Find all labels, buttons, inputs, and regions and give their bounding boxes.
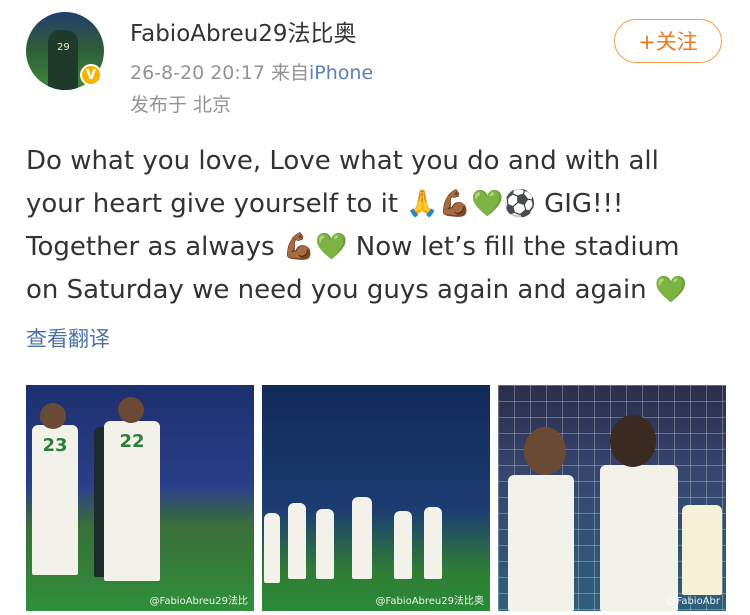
post-text: Do what you love, Love what you do and w… xyxy=(26,146,688,305)
jersey-number: 22 xyxy=(119,431,145,452)
source-link[interactable]: iPhone xyxy=(309,62,373,84)
avatar-jersey-number: 29 xyxy=(57,42,70,53)
photo-3[interactable]: @FabioAbr xyxy=(498,385,726,611)
jersey-number: 23 xyxy=(42,435,68,456)
source-prefix: 来自 xyxy=(271,62,310,84)
photo-2[interactable]: @FabioAbreu29法比奥 xyxy=(262,385,490,611)
player-figure xyxy=(316,509,334,579)
verified-badge-icon: V xyxy=(80,64,102,86)
player-figure: 23 xyxy=(32,425,78,575)
player-figure xyxy=(600,465,678,611)
photo-1[interactable]: 23 22 @FabioAbreu29法比 xyxy=(26,385,254,611)
player-figure xyxy=(394,511,412,579)
photo-watermark: @FabioAbreu29法比奥 xyxy=(375,596,484,607)
post-time: 26-8-20 20:17 xyxy=(130,62,265,84)
photo-watermark: @FabioAbr xyxy=(666,596,720,607)
player-head xyxy=(524,427,566,475)
author-name[interactable]: FabioAbreu29法比奥 xyxy=(130,14,357,48)
player-figure xyxy=(508,475,574,611)
player-figure xyxy=(264,513,280,583)
avatar-player-figure xyxy=(48,30,78,90)
player-figure xyxy=(682,505,722,595)
player-head xyxy=(40,403,66,429)
follow-button[interactable]: +关注 xyxy=(614,19,722,63)
player-figure xyxy=(424,507,442,579)
player-head xyxy=(118,397,144,423)
photo-watermark: @FabioAbreu29法比 xyxy=(149,596,248,607)
player-head xyxy=(610,415,656,467)
player-figure xyxy=(352,497,372,579)
post-meta: 26-8-20 20:17 来自iPhone xyxy=(130,58,373,85)
player-figure: 22 xyxy=(104,421,160,581)
translate-link[interactable]: 查看翻译 xyxy=(26,323,110,353)
post-location: 发布于 北京 xyxy=(130,94,232,116)
player-figure xyxy=(288,503,306,579)
